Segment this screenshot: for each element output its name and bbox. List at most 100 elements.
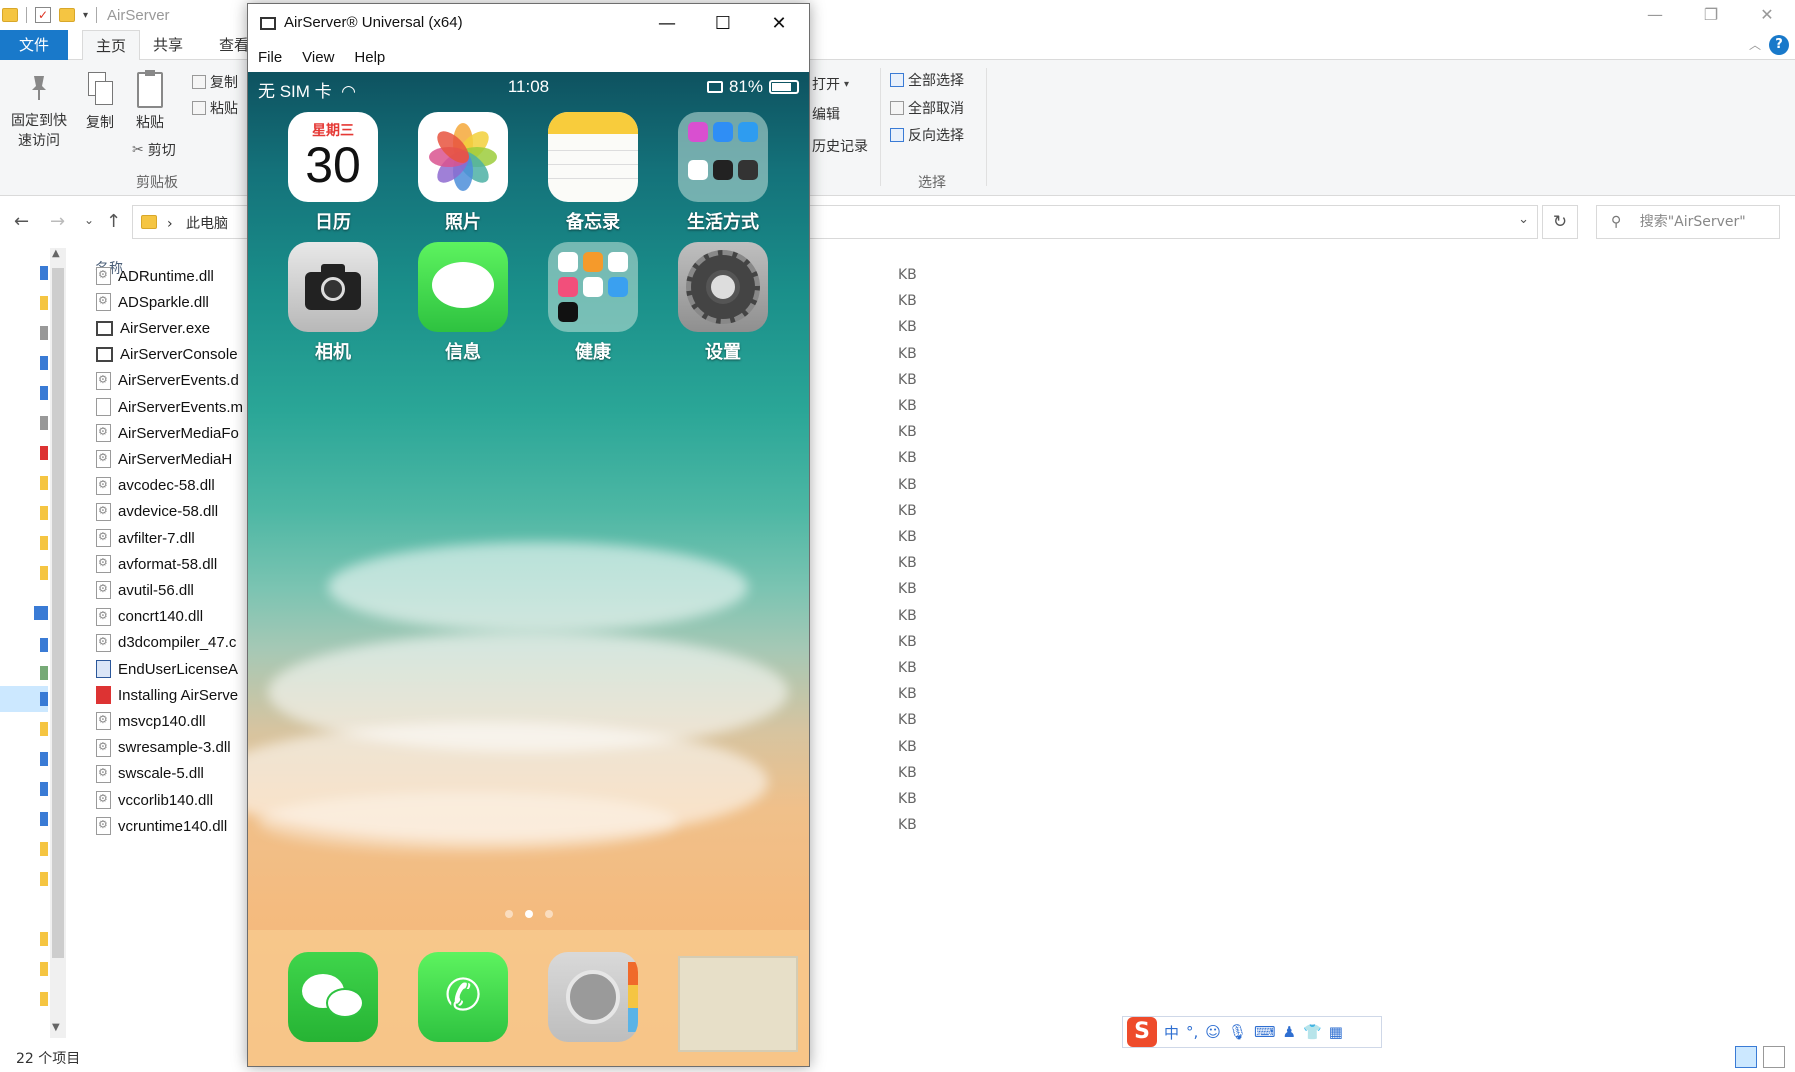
page-dot[interactable] — [504, 910, 513, 918]
onedrive-icon[interactable] — [34, 606, 48, 620]
microphone-icon[interactable]: 🎙 — [1228, 1023, 1247, 1041]
table-row[interactable]: EndUserLicenseA — [96, 657, 238, 681]
minimize-button[interactable]: — — [1627, 0, 1683, 28]
app-folder-lifestyle[interactable]: 生活方式 — [678, 112, 768, 234]
document-icon[interactable] — [40, 416, 48, 430]
table-row[interactable]: AirServerConsole — [96, 343, 238, 367]
folder-icon[interactable] — [40, 872, 48, 886]
folder-icon[interactable] — [40, 992, 48, 1006]
folder-icon[interactable] — [40, 842, 48, 856]
tab-home[interactable]: 主页 — [82, 30, 140, 61]
close-button[interactable]: ✕ — [1739, 0, 1795, 28]
contacts-icon[interactable] — [548, 952, 638, 1042]
invert-selection-button[interactable]: 反向选择 — [890, 125, 964, 145]
up-arrow-icon[interactable]: ↑ — [106, 211, 121, 232]
new-folder-icon[interactable] — [59, 8, 75, 22]
table-row[interactable]: avutil-56.dll — [96, 578, 194, 602]
scroll-up-icon[interactable]: ▲ — [52, 248, 60, 259]
table-row[interactable]: ADRuntime.dll — [96, 264, 214, 288]
page-dot[interactable] — [524, 910, 533, 918]
menu-help[interactable]: Help — [354, 44, 385, 72]
table-row[interactable]: AirServerEvents.m — [96, 395, 243, 419]
table-row[interactable]: msvcp140.dll — [96, 709, 206, 733]
ime-mode[interactable]: 中 — [1164, 1022, 1179, 1043]
ime-punctuation[interactable]: °, — [1186, 1023, 1198, 1041]
menu-file[interactable]: File — [258, 44, 282, 72]
copy-button[interactable]: 复制 — [80, 72, 120, 132]
recent-locations-icon[interactable]: ⌄ — [84, 213, 94, 227]
tab-share[interactable]: 共享 — [142, 30, 194, 60]
folder-icon[interactable] — [40, 812, 48, 826]
folder-icon[interactable] — [40, 962, 48, 976]
emoji-icon[interactable]: ☺ — [1205, 1023, 1221, 1041]
table-row[interactable]: AirServer.exe — [96, 316, 210, 340]
user-icon[interactable] — [40, 666, 48, 680]
paste-shortcut-button[interactable]: 粘贴 — [192, 98, 238, 118]
folder-icon[interactable] — [2, 8, 18, 22]
nav-scrollbar-thumb[interactable] — [52, 268, 64, 958]
sogou-logo-icon[interactable]: S — [1127, 1017, 1157, 1047]
keyboard-icon[interactable]: ⌨ — [1254, 1023, 1276, 1041]
refresh-icon[interactable]: ↻ — [1542, 205, 1578, 239]
table-row[interactable]: vcruntime140.dll — [96, 814, 227, 838]
paste-button[interactable]: 粘贴 — [130, 70, 170, 132]
mirrored-iphone-screen[interactable]: 无 SIM 卡 ◠ 11:08 81% 星期三 30 日历 照片 备忘录 生活方… — [248, 72, 809, 1066]
cut-button[interactable]: ✂ 剪切 — [132, 140, 176, 160]
table-row[interactable]: avdevice-58.dll — [96, 500, 218, 524]
table-row[interactable]: avcodec-58.dll — [96, 474, 215, 498]
folder-icon[interactable] — [40, 506, 48, 520]
back-arrow-icon[interactable]: ← — [14, 211, 29, 232]
table-row[interactable]: d3dcompiler_47.c — [96, 631, 236, 655]
app-settings[interactable]: 设置 — [678, 242, 768, 364]
search-input[interactable]: ⚲ 搜索"AirServer" — [1596, 205, 1780, 239]
table-row[interactable]: avfilter-7.dll — [96, 526, 195, 550]
picture-icon[interactable] — [40, 446, 48, 460]
table-row[interactable]: swresample-3.dll — [96, 736, 231, 760]
scroll-down-icon[interactable]: ▼ — [52, 1022, 60, 1033]
page-indicator[interactable] — [248, 910, 809, 918]
select-none-button[interactable]: 全部取消 — [890, 98, 964, 118]
breadcrumb-this-pc[interactable]: 此电脑 — [186, 216, 228, 232]
airserver-titlebar[interactable]: AirServer® Universal (x64) — ☐ ✕ — [248, 4, 809, 44]
app-camera[interactable]: 相机 — [288, 242, 378, 364]
chevron-down-icon[interactable]: ⌄ — [1518, 212, 1529, 227]
folder-icon[interactable] — [40, 782, 48, 796]
app-notes[interactable]: 备忘录 — [548, 112, 638, 234]
table-row[interactable]: concrt140.dll — [96, 605, 203, 629]
edit-button[interactable]: 编辑 — [812, 104, 840, 124]
cloud-icon[interactable] — [40, 638, 48, 652]
download-icon[interactable] — [40, 386, 48, 400]
history-button[interactable]: 历史记录 — [812, 136, 868, 156]
table-row[interactable]: AirServerEvents.d — [96, 369, 239, 393]
open-button[interactable]: 打开 ▾ — [812, 74, 849, 94]
help-icon[interactable]: ? — [1769, 35, 1789, 55]
app-messages[interactable]: 信息 — [418, 242, 508, 364]
blank-app-placeholder[interactable] — [678, 956, 798, 1052]
properties-icon[interactable]: ✓ — [35, 7, 51, 23]
table-row[interactable]: avformat-58.dll — [96, 552, 217, 576]
folder-icon[interactable] — [40, 932, 48, 946]
table-row[interactable]: ADSparkle.dll — [96, 290, 209, 314]
wechat-icon[interactable] — [288, 952, 378, 1042]
page-dot[interactable] — [544, 910, 553, 918]
forward-arrow-icon[interactable]: → — [50, 211, 65, 232]
table-row[interactable]: AirServerMediaFo — [96, 421, 239, 445]
select-all-button[interactable]: 全部选择 — [890, 70, 964, 90]
tab-file[interactable]: 文件 — [0, 30, 68, 60]
large-icons-view-icon[interactable] — [1763, 1046, 1785, 1068]
minimize-button[interactable]: — — [639, 4, 695, 44]
collapse-ribbon-icon[interactable]: ︿ — [1749, 36, 1761, 53]
folder-icon[interactable] — [40, 296, 48, 310]
pin-quick-access-button[interactable]: 固定到快 速访问 — [6, 72, 72, 150]
folder-icon[interactable] — [40, 356, 48, 370]
this-pc-icon[interactable] — [40, 692, 48, 706]
folder-icon[interactable] — [40, 536, 48, 550]
user-icon[interactable]: ♟ — [1283, 1023, 1296, 1041]
table-row[interactable]: AirServerMediaH — [96, 447, 232, 471]
menu-view[interactable]: View — [302, 44, 334, 72]
app-calendar[interactable]: 星期三 30 日历 — [288, 112, 378, 234]
phone-icon[interactable]: ✆ — [418, 952, 508, 1042]
folder-icon[interactable] — [40, 722, 48, 736]
table-row[interactable]: swscale-5.dll — [96, 762, 204, 786]
toolbox-icon[interactable]: ▦ — [1329, 1023, 1343, 1041]
